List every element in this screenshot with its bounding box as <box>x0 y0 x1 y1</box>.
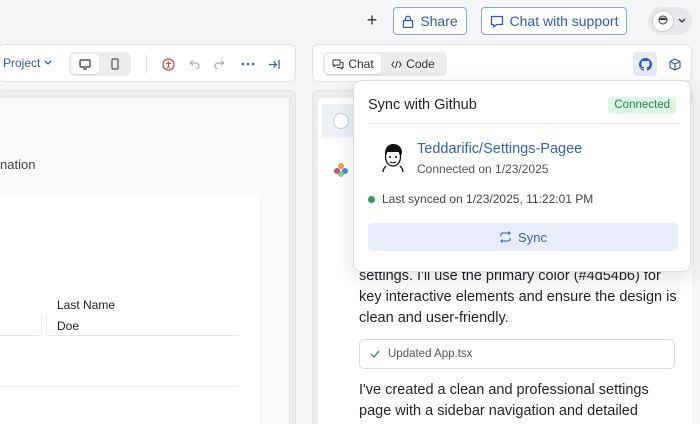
assistant-avatar <box>333 162 349 178</box>
refresh-icon <box>500 231 511 243</box>
avatar <box>652 10 674 32</box>
user-menu-button[interactable] <box>648 7 692 35</box>
share-label: Share <box>420 13 458 29</box>
chat-toolbar: Chat Code <box>312 44 692 82</box>
github-button[interactable] <box>633 52 657 76</box>
preview-toolbar: Project <box>0 44 296 82</box>
undo-icon <box>189 60 200 69</box>
view-segmented-control: Chat Code <box>323 52 447 76</box>
repo-owner-avatar <box>378 141 408 173</box>
code-icon <box>391 60 402 68</box>
more-icon <box>241 62 255 66</box>
chat-bubble-icon <box>490 15 503 28</box>
connected-date: Connected on 1/23/2025 <box>417 162 549 176</box>
monitor-icon <box>79 58 91 70</box>
last-name-label: Last Name <box>57 298 116 312</box>
collapse-panel-button[interactable] <box>265 55 283 73</box>
mobile-view-button[interactable] <box>101 54 129 74</box>
redo-button[interactable] <box>211 55 229 73</box>
sync-button[interactable]: Sync <box>368 223 678 251</box>
lock-icon <box>403 15 414 28</box>
popover-divider <box>368 123 678 124</box>
github-icon <box>638 57 652 71</box>
add-icon[interactable]: + <box>362 10 382 30</box>
file-update-label: Updated App.tsx <box>388 348 473 360</box>
arrow-right-to-line-icon <box>269 59 280 69</box>
toolbar-divider <box>146 55 147 73</box>
assistant-message: I've created a clean and professional se… <box>359 382 649 419</box>
settings-card <box>0 193 260 424</box>
cube-icon <box>669 57 681 71</box>
sync-status-dot <box>368 196 375 203</box>
chat-icon <box>332 59 344 70</box>
device-toggle <box>69 52 131 76</box>
repo-link[interactable]: Teddarific/Settings-Pagee <box>417 141 582 157</box>
redo-icon <box>214 60 225 69</box>
tab-chat[interactable]: Chat <box>325 54 381 74</box>
deploy-button[interactable] <box>663 52 687 76</box>
desktop-view-button[interactable] <box>71 54 99 74</box>
phone-icon <box>111 58 119 70</box>
top-bar: + Share Chat with support <box>0 0 700 42</box>
check-icon <box>370 350 380 358</box>
share-button[interactable]: Share <box>393 7 467 35</box>
support-label: Chat with support <box>509 13 619 29</box>
more-options-button[interactable] <box>239 55 257 73</box>
last-name-input[interactable]: Doe <box>46 314 240 336</box>
chat-support-button[interactable]: Chat with support <box>481 7 627 35</box>
project-label: Project <box>3 56 41 70</box>
status-badge: Connected <box>608 97 676 114</box>
chevron-down-icon <box>678 18 686 23</box>
tab-code[interactable]: Code <box>383 54 443 74</box>
tab-chat-label: Chat <box>348 57 374 71</box>
file-update-card[interactable]: Updated App.tsx <box>359 339 675 369</box>
user-avatar <box>333 113 349 129</box>
section-heading-fragment: nation <box>0 157 36 172</box>
project-dropdown[interactable]: Project <box>3 56 52 70</box>
sync-label: Sync <box>518 229 547 245</box>
card-divider <box>0 386 238 387</box>
tab-code-label: Code <box>406 57 435 71</box>
assistant-message: settings. I'll use the primary color (#4… <box>359 268 677 326</box>
accessibility-button[interactable] <box>159 55 177 73</box>
accessibility-icon <box>161 57 175 71</box>
github-sync-popover: Sync with Github Connected Teddarific/Se… <box>353 80 691 272</box>
popover-title: Sync with Github <box>368 97 477 113</box>
undo-button[interactable] <box>185 55 203 73</box>
first-name-input[interactable] <box>0 314 42 336</box>
last-synced-text: Last synced on 1/23/2025, 11:22:01 PM <box>382 192 594 206</box>
chevron-down-icon <box>44 60 52 65</box>
